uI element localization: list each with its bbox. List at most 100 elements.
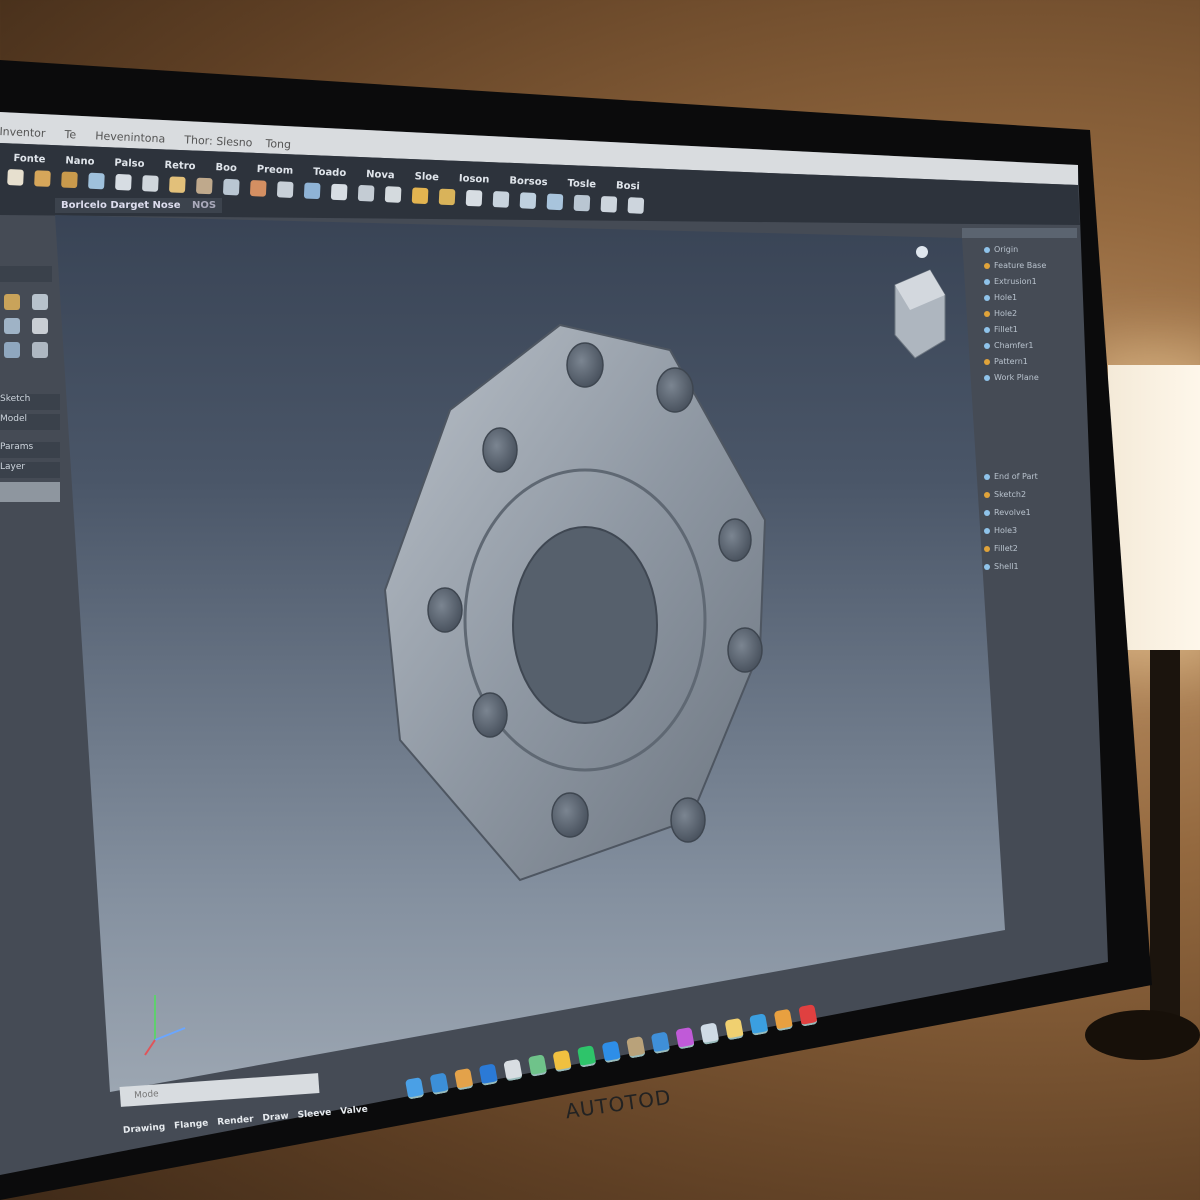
layout-tab[interactable]: Draw — [262, 1111, 289, 1123]
constraint-icon[interactable] — [438, 188, 456, 205]
menu-item[interactable]: Retro — [164, 160, 196, 172]
hole-icon[interactable] — [303, 181, 321, 199]
part-icon[interactable] — [34, 169, 51, 187]
layout-tab[interactable]: Sleeve — [297, 1108, 331, 1121]
browser-tree-item[interactable]: Fillet1 — [984, 325, 1087, 334]
title-part: Te — [64, 127, 77, 142]
assembly-icon[interactable] — [61, 170, 78, 188]
browser-tree-item[interactable]: Extrusion1 — [984, 277, 1087, 286]
browser-tree-item[interactable]: Work Plane — [984, 373, 1087, 382]
dimension-icon[interactable] — [546, 192, 564, 210]
tool-icon[interactable] — [4, 294, 20, 310]
menu-item[interactable]: Tosle — [567, 178, 596, 190]
browser-tree-item[interactable]: Origin — [984, 245, 1087, 254]
browser-icon[interactable] — [601, 1040, 622, 1064]
title-part: Hevenintona — [94, 129, 166, 146]
word-icon[interactable] — [478, 1063, 499, 1086]
title-part: Thor: Slesno — [184, 133, 253, 150]
start-icon[interactable] — [405, 1077, 425, 1100]
record-icon[interactable] — [798, 1004, 818, 1027]
search-icon[interactable] — [429, 1072, 449, 1096]
browser-tree-item[interactable]: Fillet2 — [984, 544, 1087, 553]
calendar-icon[interactable] — [749, 1013, 769, 1036]
measure-icon[interactable] — [573, 194, 591, 211]
browser-tree-item[interactable]: Revolve1 — [984, 508, 1087, 517]
files-icon[interactable] — [454, 1067, 474, 1091]
loop-icon[interactable] — [600, 195, 618, 213]
browser-tree-item[interactable]: Chamfer1 — [984, 341, 1087, 350]
chat-icon[interactable] — [577, 1045, 597, 1068]
revolve-icon[interactable] — [249, 179, 267, 197]
browser-header — [962, 228, 1077, 238]
sphere-icon[interactable] — [7, 168, 24, 186]
browser-tree-item[interactable]: Hole1 — [984, 293, 1087, 302]
paint-icon[interactable] — [675, 1026, 695, 1050]
layout-tab[interactable]: Flange — [174, 1119, 209, 1132]
pencil-icon[interactable] — [168, 175, 186, 193]
pin-icon[interactable] — [115, 173, 132, 191]
panel-row[interactable]: Sketch — [0, 394, 60, 410]
panel-search[interactable] — [0, 266, 52, 282]
menu-item[interactable]: Preom — [257, 164, 294, 177]
layout-tab[interactable]: Render — [217, 1115, 254, 1128]
panel-row[interactable]: Model — [0, 414, 60, 430]
browser-tree-item[interactable]: Feature Base — [984, 261, 1087, 270]
sheets-icon[interactable] — [527, 1054, 548, 1077]
mail-icon[interactable] — [650, 1031, 671, 1055]
view-cube[interactable] — [885, 240, 955, 365]
menu-item[interactable]: Nova — [366, 169, 395, 181]
frame-icon[interactable] — [276, 180, 294, 198]
menu-item[interactable]: Toado — [313, 167, 347, 179]
menu-item[interactable]: Borsos — [509, 176, 548, 189]
flange-part-model[interactable] — [370, 320, 780, 890]
menu-item[interactable]: Boo — [215, 162, 237, 174]
tree-item-label: Hole1 — [994, 293, 1018, 302]
document-tab-label: Borlcelo Darget Nose — [61, 200, 181, 211]
document-tab[interactable]: Borlcelo Darget Nose NOS — [55, 198, 223, 213]
browser-tree-item[interactable]: Shell1 — [984, 562, 1087, 571]
inspect-icon[interactable] — [465, 189, 483, 207]
menu-item[interactable]: Bosi — [616, 180, 640, 192]
fillet-icon[interactable] — [222, 178, 240, 196]
tool-icon[interactable] — [32, 294, 48, 310]
pattern-icon[interactable] — [357, 184, 375, 202]
tool-icon[interactable] — [32, 318, 48, 334]
extrude-icon[interactable] — [195, 177, 213, 194]
panel-field[interactable] — [0, 482, 60, 502]
menu-item[interactable]: Sloe — [414, 171, 439, 183]
settings-icon[interactable] — [626, 1036, 646, 1059]
sketch-icon[interactable] — [142, 174, 159, 192]
terminal-icon[interactable] — [503, 1058, 523, 1082]
layout-tab[interactable]: Valve — [340, 1105, 368, 1117]
home-view-icon[interactable] — [916, 246, 928, 258]
tree-node-icon — [984, 473, 990, 480]
menu-item[interactable]: Palso — [114, 158, 145, 170]
left-panel: Sketch Model Params Layer — [0, 218, 60, 506]
panel-row[interactable]: Layer — [0, 462, 60, 478]
view-icon[interactable] — [384, 185, 402, 203]
tree-node-icon — [984, 491, 990, 498]
menu-item[interactable]: Nano — [65, 155, 95, 167]
browser-tree-item[interactable]: End of Part — [984, 472, 1087, 481]
shell-icon[interactable] — [330, 183, 348, 200]
menu-item[interactable]: Ioson — [459, 173, 490, 185]
browser-tree-item[interactable]: Pattern1 — [984, 357, 1087, 366]
folder-icon[interactable] — [552, 1049, 572, 1073]
notes-icon[interactable] — [724, 1017, 744, 1041]
gear-icon[interactable] — [88, 172, 105, 189]
arrow-icon[interactable] — [627, 196, 645, 214]
tool-icon[interactable] — [32, 342, 48, 358]
table-icon[interactable] — [492, 190, 510, 208]
store-icon[interactable] — [773, 1008, 794, 1032]
browser-tree-item[interactable]: Sketch2 — [984, 490, 1087, 499]
tool-icon[interactable] — [4, 342, 20, 358]
photos-icon[interactable] — [699, 1022, 720, 1045]
mirror-icon[interactable] — [411, 186, 429, 204]
panel-row[interactable]: Params — [0, 442, 60, 458]
model-browser-panel: Origin Feature Base Extrusion1 Hole1 Hole2 Fi… — [962, 222, 1087, 952]
browser-tree-item[interactable]: Hole3 — [984, 526, 1087, 535]
grid-icon[interactable] — [519, 191, 537, 209]
browser-tree-item[interactable]: Hole2 — [984, 309, 1087, 318]
menu-item[interactable]: Fonte — [13, 153, 45, 165]
tool-icon[interactable] — [4, 318, 20, 334]
